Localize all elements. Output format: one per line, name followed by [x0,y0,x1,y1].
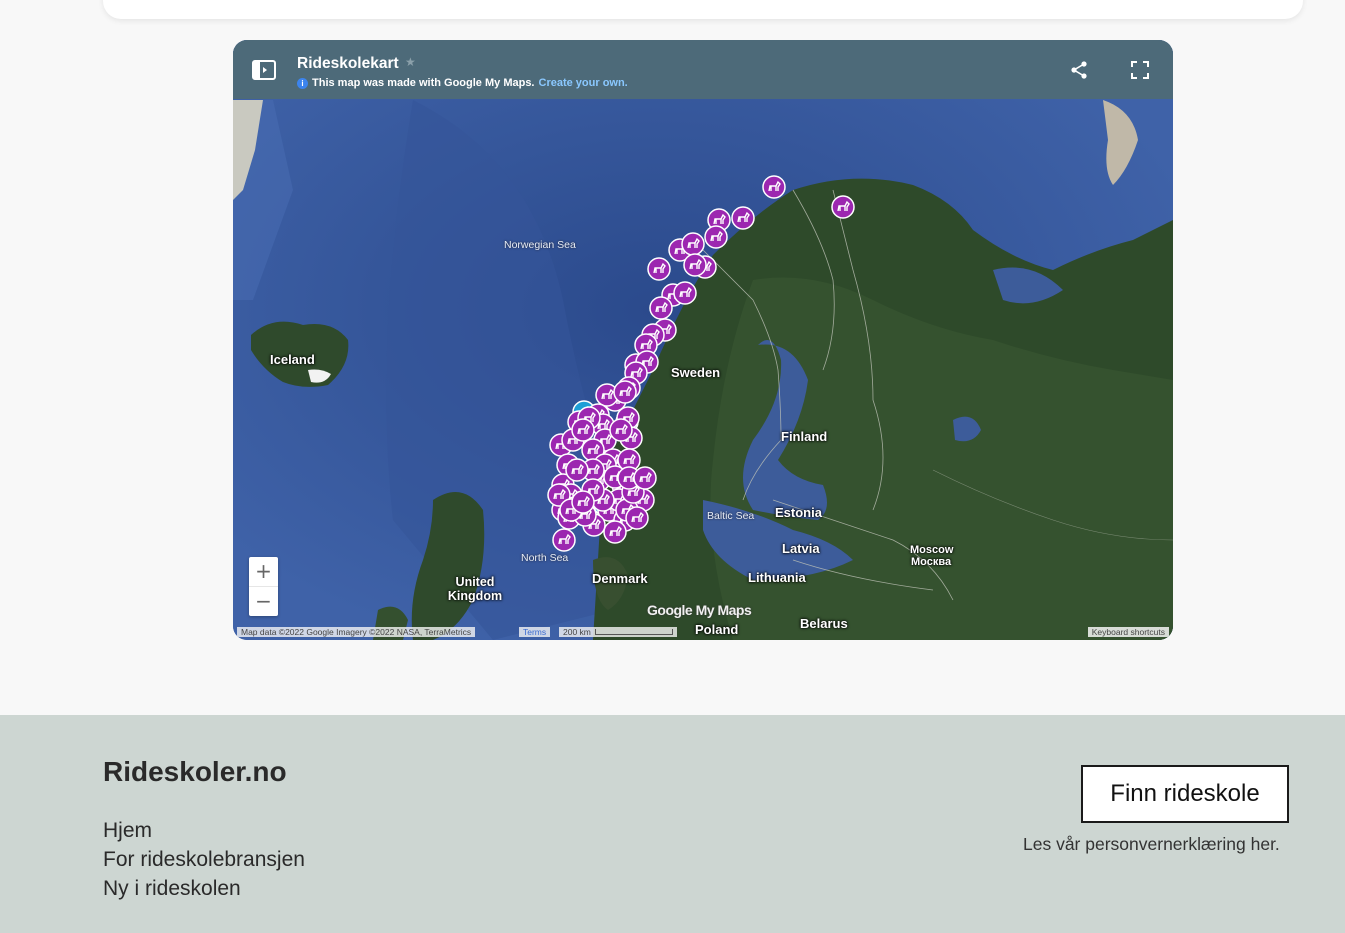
label-united-kingdom: United Kingdom [447,575,503,603]
footer-nav: Hjem For rideskolebransjen Ny i rideskol… [103,816,305,903]
zoom-control: + − [249,557,278,616]
site-footer: Rideskoler.no Hjem For rideskolebransjen… [0,715,1345,933]
label-estonia: Estonia [775,505,822,520]
legend-toggle-icon[interactable] [251,59,277,81]
horse-marker-icon[interactable] [762,175,786,199]
label-moscow: Moscow [910,544,954,556]
horse-marker-icon[interactable] [704,225,728,249]
horse-marker-icon[interactable] [609,418,633,442]
map-scale[interactable]: 200 km [559,627,677,637]
zoom-out-button[interactable]: − [249,587,278,616]
label-iceland: Iceland [270,352,315,367]
label-denmark: Denmark [592,571,648,586]
zoom-in-button[interactable]: + [249,557,278,587]
label-latvia: Latvia [782,541,820,556]
footer-brand[interactable]: Rideskoler.no [103,756,287,788]
privacy-link[interactable]: Les vår personvernerklæring her. [1023,834,1280,855]
star-icon[interactable]: ★ [405,55,416,69]
scale-label: 200 km [563,627,591,637]
info-icon: i [297,77,308,89]
label-baltic-sea: Baltic Sea [707,510,755,522]
horse-marker-icon[interactable] [681,232,705,256]
terms-link[interactable]: Terms [519,627,551,637]
label-lithuania: Lithuania [748,570,806,585]
horse-marker-icon[interactable] [571,418,595,442]
map-subtitle: i This map was made with Google My Maps.… [297,77,628,89]
horse-marker-icon[interactable] [603,520,627,544]
footer-link-hjem[interactable]: Hjem [103,816,305,845]
horse-marker-icon[interactable] [625,506,649,530]
fullscreen-icon[interactable] [1130,60,1150,80]
horse-marker-icon[interactable] [683,253,707,277]
embedded-map[interactable]: Rideskolekart ★ i This map was made with… [233,40,1173,640]
horse-marker-icon[interactable] [731,206,755,230]
map-attribution-bar: Map data ©2022 Google Imagery ©2022 NASA… [233,626,1173,640]
horse-marker-icon[interactable] [649,296,673,320]
horse-marker-icon[interactable] [552,528,576,552]
footer-link-for-rideskolebransjen[interactable]: For rideskolebransjen [103,845,305,874]
satellite-map[interactable] [233,40,1173,640]
google-my-maps-logo: Google My Maps [647,602,752,618]
label-moscow-ru: Москва [911,556,952,568]
label-north-sea: North Sea [521,552,569,564]
horse-marker-icon[interactable] [647,257,671,281]
horse-marker-icon[interactable] [673,281,697,305]
label-finland: Finland [781,429,828,444]
keyboard-shortcuts-link[interactable]: Keyboard shortcuts [1087,627,1169,637]
find-riding-school-button[interactable]: Finn rideskole [1081,765,1289,823]
footer-link-ny-i-rideskolen[interactable]: Ny i rideskolen [103,874,305,903]
horse-marker-icon[interactable] [633,466,657,490]
label-sweden: Sweden [671,365,721,380]
horse-marker-icon[interactable] [831,195,855,219]
horse-marker-icon[interactable] [565,458,589,482]
map-header: Rideskolekart ★ i This map was made with… [233,40,1173,99]
map-data-attribution: Map data ©2022 Google Imagery ©2022 NASA… [237,627,476,637]
create-your-own-link[interactable]: Create your own. [539,77,628,89]
label-norwegian-sea: Norwegian Sea [504,239,576,251]
top-card [103,0,1303,19]
horse-marker-icon[interactable] [613,380,637,404]
share-icon[interactable] [1069,60,1089,80]
scale-bar [594,629,673,635]
horse-marker-icon[interactable] [571,490,595,514]
subtitle-text: This map was made with Google My Maps. [312,77,535,89]
map-title: Rideskolekart [297,55,399,72]
